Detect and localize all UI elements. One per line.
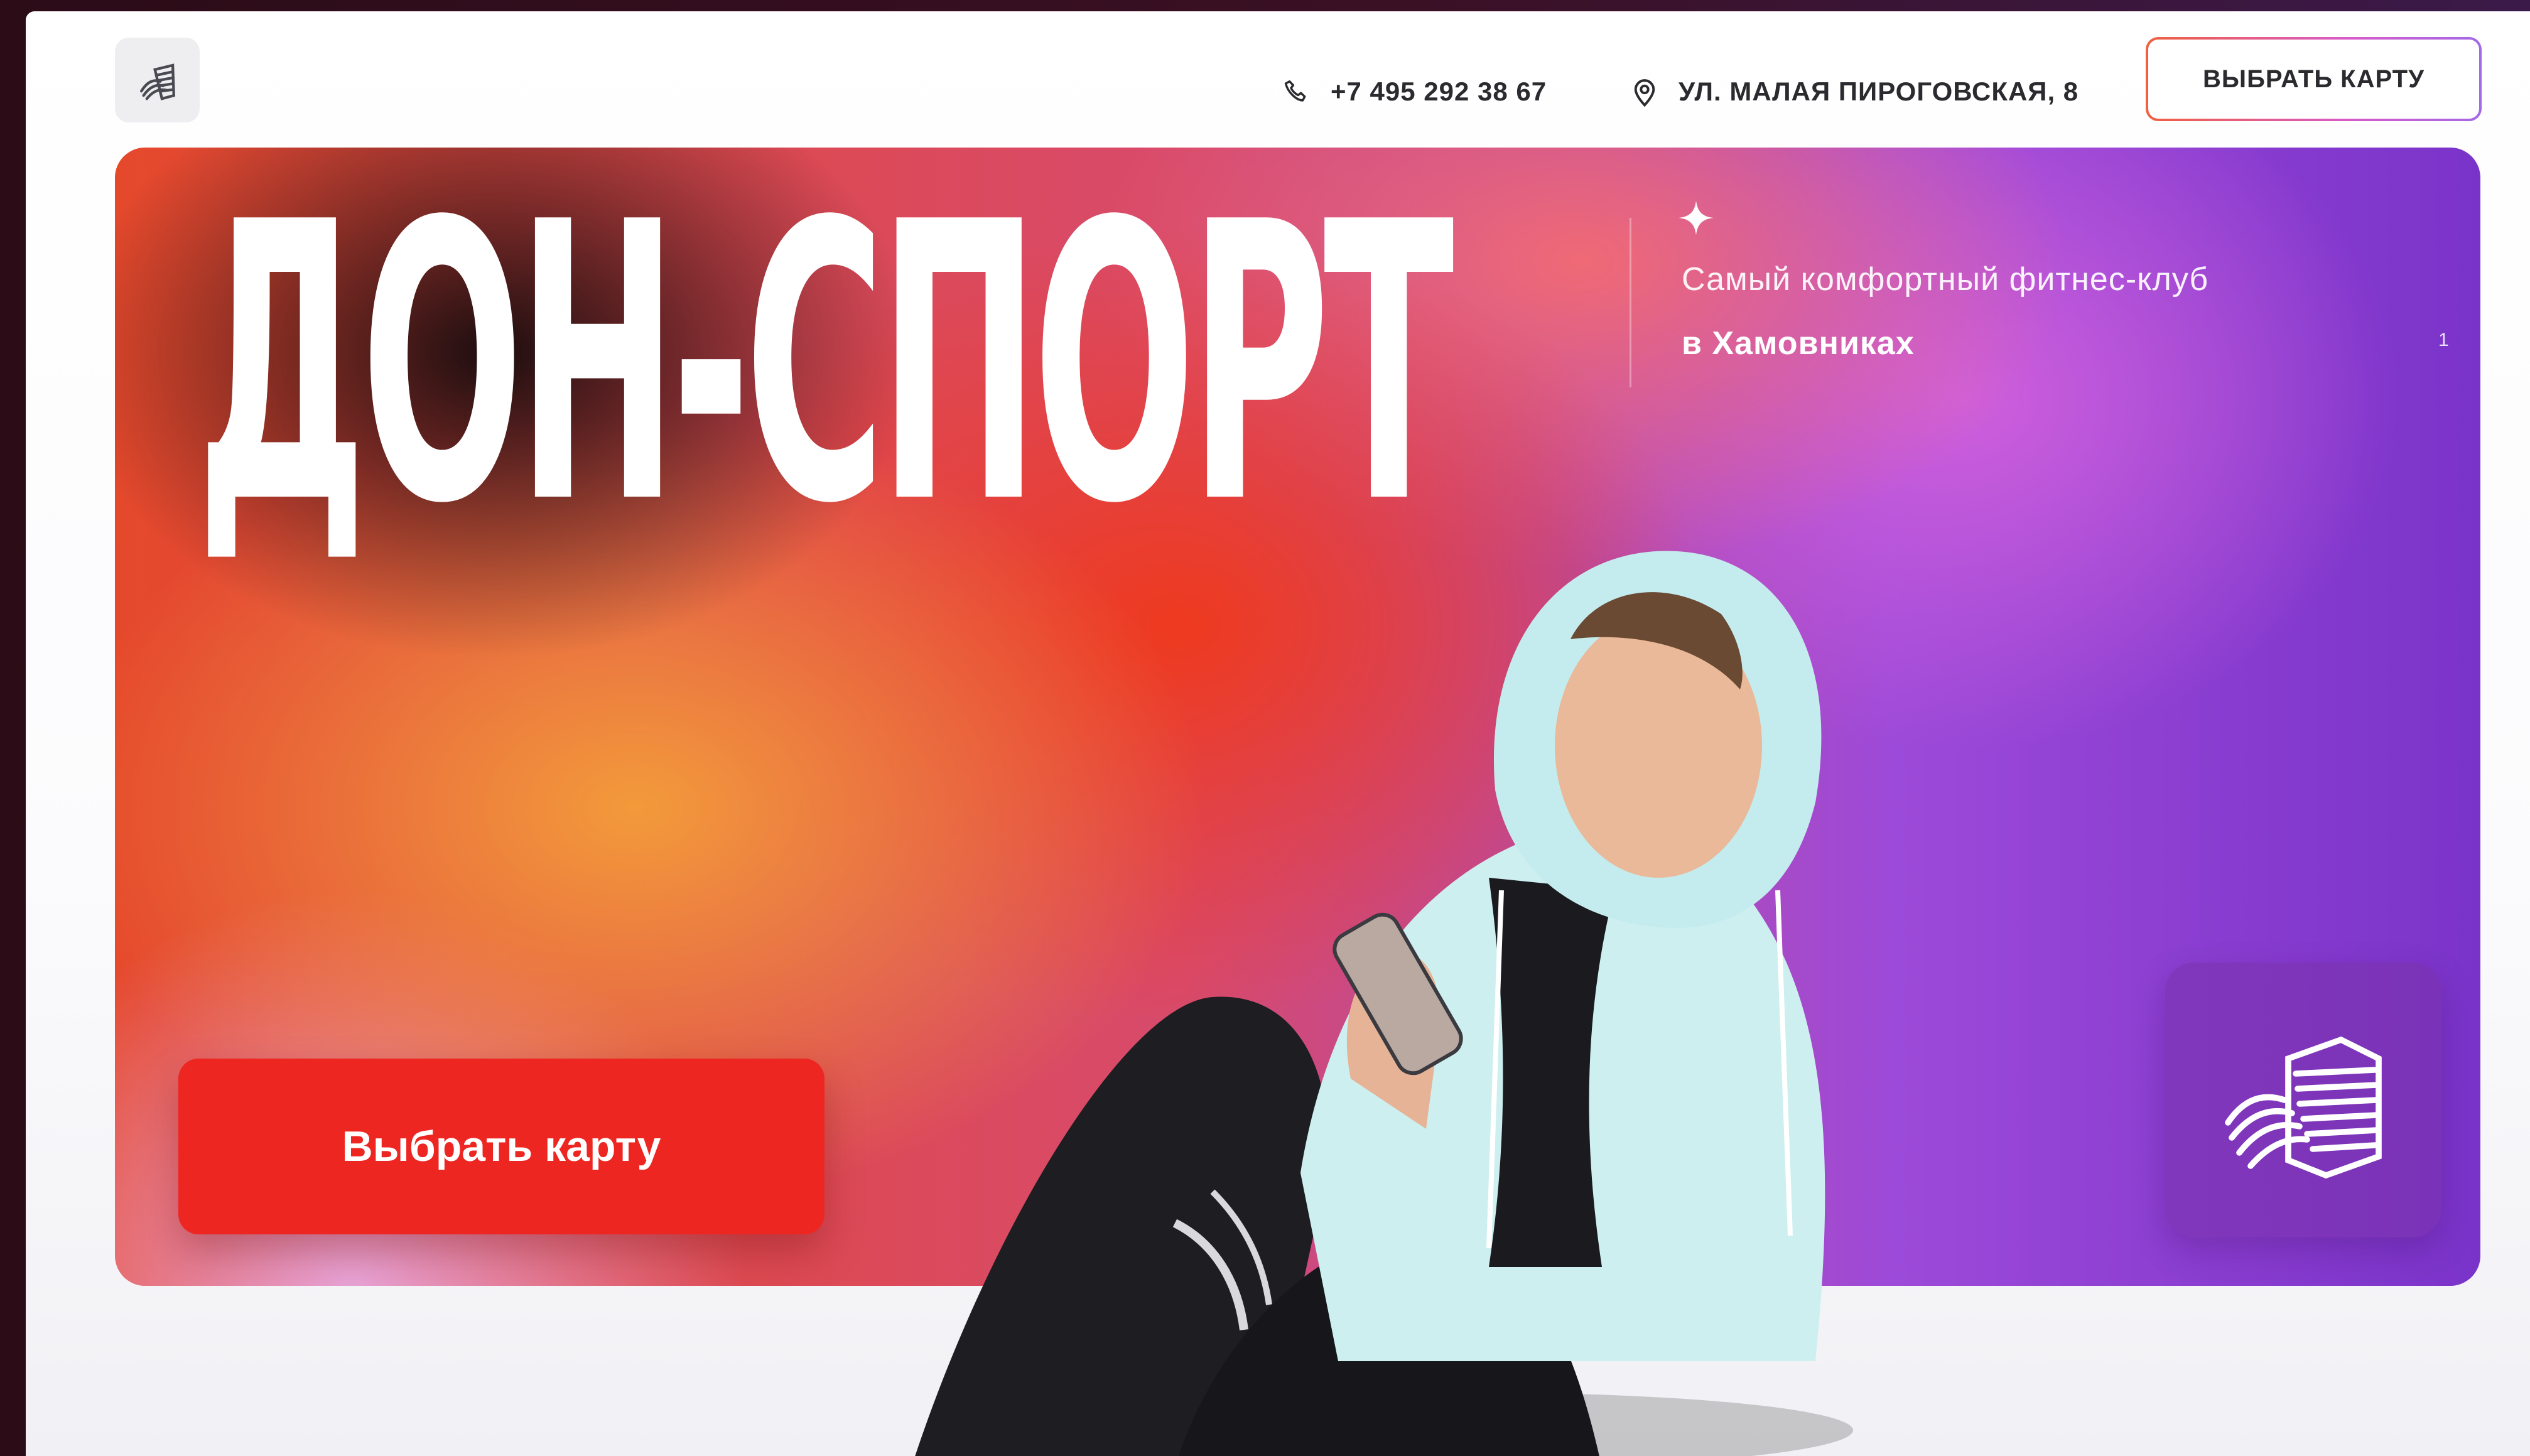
hero-subtitle-location: в Хамовниках — [1682, 325, 1915, 362]
header-choose-card-label: ВЫБРАТЬ КАРТУ — [2148, 40, 2479, 119]
header-phone-link[interactable]: +7 495 292 38 67 — [1282, 67, 1547, 117]
hero-subtitle: Самый комфортный фитнес-клуб — [1682, 261, 2209, 298]
header-choose-card-button[interactable]: ВЫБРАТЬ КАРТУ — [2146, 37, 2482, 121]
landing-page: +7 495 292 38 67 УЛ. МАЛАЯ ПИРОГОВСКАЯ, … — [26, 11, 2530, 1456]
phone-icon — [1284, 80, 1306, 102]
header-phone-text: +7 495 292 38 67 — [1331, 77, 1547, 106]
location-pin-icon — [1634, 79, 1655, 107]
hero-divider — [1630, 218, 1631, 387]
slide-number: 1 — [2438, 330, 2449, 350]
header-address-text: УЛ. МАЛАЯ ПИРОГОВСКАЯ, 8 — [1679, 77, 2079, 106]
hero-logo-badge — [2165, 963, 2441, 1238]
hero-model-photo — [915, 551, 1853, 1456]
don-sport-logo-icon — [2225, 1036, 2382, 1179]
hero-choose-card-button[interactable]: Выбрать карту — [178, 1059, 824, 1234]
sparkle-icon — [1679, 200, 1714, 235]
header-address[interactable]: УЛ. МАЛАЯ ПИРОГОВСКАЯ, 8 — [1631, 67, 2079, 117]
don-sport-logo-icon — [139, 63, 175, 100]
header-logo[interactable] — [115, 38, 200, 122]
